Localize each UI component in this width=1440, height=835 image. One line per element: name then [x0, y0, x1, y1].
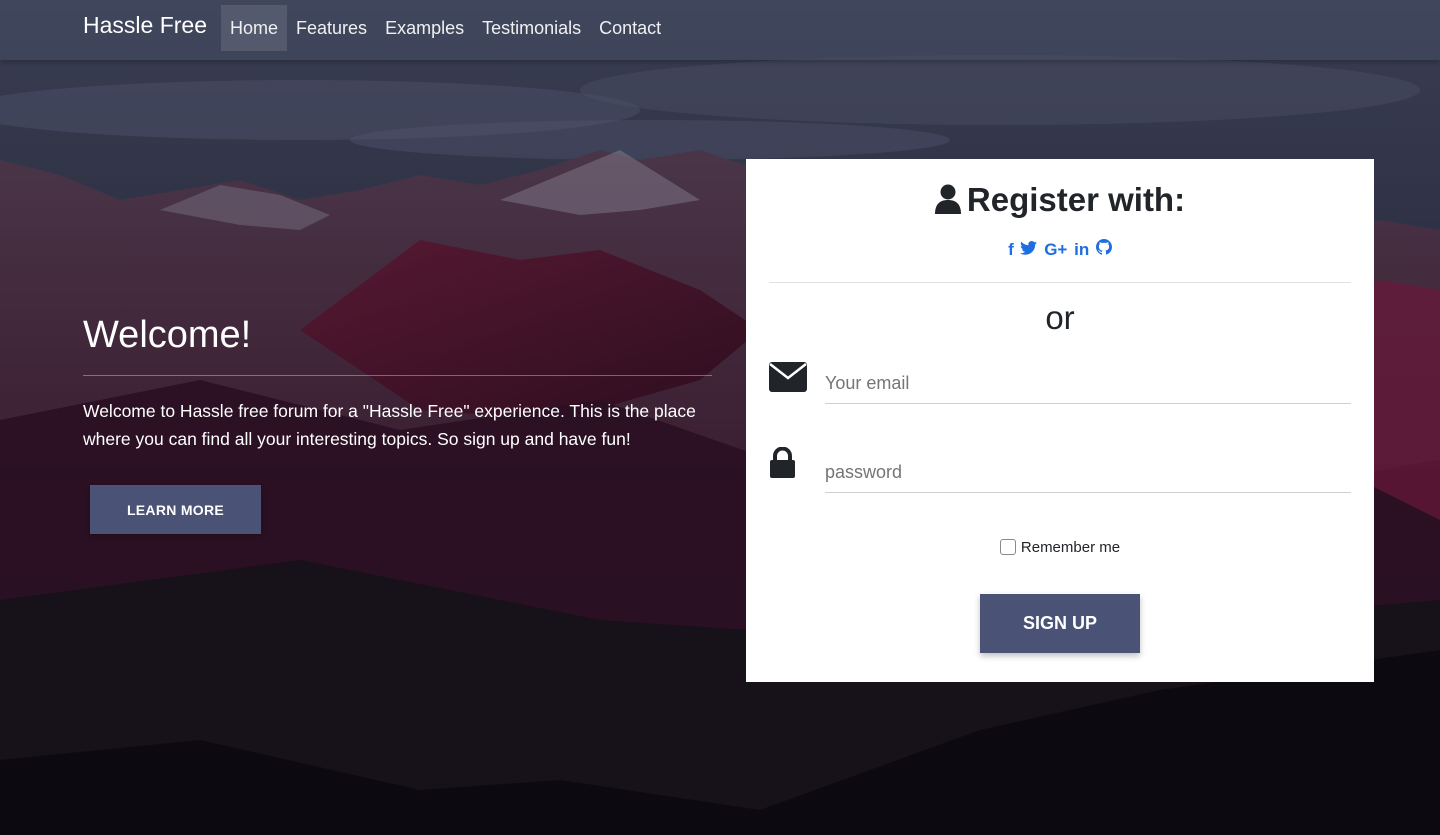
nav-link-testimonials[interactable]: Testimonials — [473, 5, 590, 51]
nav-link-examples[interactable]: Examples — [376, 5, 473, 51]
github-icon[interactable] — [1095, 239, 1112, 260]
or-separator: or — [1045, 299, 1075, 336]
lock-icon — [770, 446, 795, 483]
hero-section: Welcome! Welcome to Hassle free forum fo… — [83, 310, 712, 534]
register-title: Register with: — [746, 179, 1374, 224]
remember-me-row: Remember me — [746, 539, 1374, 556]
card-divider — [769, 282, 1351, 283]
password-input[interactable] — [825, 453, 1351, 493]
top-navbar: Hassle Free Home Features Examples Testi… — [0, 0, 1440, 60]
facebook-icon[interactable]: f — [1008, 240, 1014, 260]
nav-link-home[interactable]: Home — [221, 5, 288, 51]
learn-more-button[interactable]: LEARN MORE — [90, 485, 261, 534]
remember-me-label[interactable]: Remember me — [1021, 539, 1120, 556]
google-plus-icon[interactable]: G+ — [1044, 240, 1067, 260]
nav-link-contact[interactable]: Contact — [590, 5, 670, 51]
email-input[interactable] — [825, 364, 1351, 404]
twitter-icon[interactable] — [1020, 240, 1038, 260]
register-card: Register with: f G+ in or Remember me SI… — [746, 159, 1374, 682]
user-icon — [934, 182, 961, 224]
sign-up-button[interactable]: SIGN UP — [980, 594, 1140, 653]
nav-links: Home Features Examples Testimonials Cont… — [221, 5, 670, 51]
linkedin-icon[interactable]: in — [1074, 240, 1089, 260]
register-title-text: Register with: — [966, 181, 1186, 218]
remember-me-checkbox[interactable] — [999, 539, 1016, 555]
brand-logo[interactable]: Hassle Free — [83, 12, 207, 39]
social-login-links: f G+ in — [746, 239, 1374, 261]
hero-description: Welcome to Hassle free forum for a "Hass… — [83, 401, 696, 449]
hero-divider — [83, 375, 712, 376]
envelope-icon — [769, 362, 807, 397]
hero-title: Welcome! — [83, 314, 252, 356]
nav-link-features[interactable]: Features — [287, 5, 376, 51]
